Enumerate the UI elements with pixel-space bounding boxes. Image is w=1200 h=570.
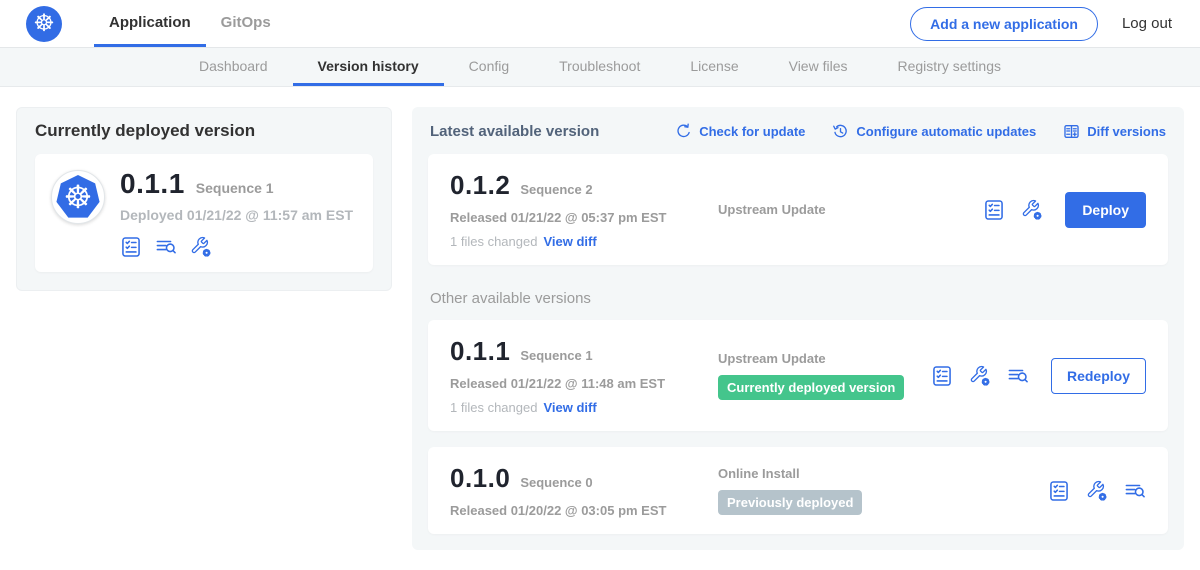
diff-versions-icon (1063, 123, 1080, 140)
view-diff-link[interactable]: View diff (543, 234, 596, 249)
other-versions-title: Other available versions (430, 290, 1166, 307)
logout-button[interactable]: Log out (1122, 15, 1172, 32)
configure-updates-label: Configure automatic updates (856, 124, 1036, 139)
files-changed-line: 1 files changed View diff (450, 234, 698, 249)
main-content: Currently deployed version ☸ 0.1.1 Seque… (0, 87, 1200, 570)
subnav-tab-version-history[interactable]: Version history (293, 48, 444, 86)
top-nav-spacer (286, 0, 910, 47)
sequence-label: Sequence 0 (520, 475, 592, 490)
released-timestamp: Released 01/21/22 @ 05:37 pm EST (450, 210, 698, 225)
version-number: 0.1.1 (450, 336, 510, 367)
files-changed-label: 1 files changed (450, 400, 537, 415)
top-navbar: ☸ Application GitOps Add a new applicati… (0, 0, 1200, 47)
deployed-version-number: 0.1.1 (120, 168, 185, 200)
panel-header: Latest available version Check for updat… (430, 123, 1166, 140)
release-notes-icon[interactable] (1048, 480, 1070, 502)
currently-deployed-card: Currently deployed version ☸ 0.1.1 Seque… (16, 107, 392, 291)
config-wrench-icon[interactable] (190, 236, 212, 258)
version-actions-column: Deploy (983, 192, 1146, 228)
files-changed-line: 1 files changed View diff (450, 400, 698, 415)
app-icon-ring: ☸ (51, 170, 105, 224)
configure-updates-link[interactable]: Configure automatic updates (832, 123, 1036, 140)
config-wrench-icon[interactable] (1086, 480, 1108, 502)
released-timestamp: Released 01/20/22 @ 03:05 pm EST (450, 503, 698, 518)
top-tabs: Application GitOps (94, 0, 286, 47)
deploy-button[interactable]: Deploy (1065, 192, 1146, 228)
version-row-0-1-0: 0.1.0 Sequence 0 Released 01/20/22 @ 03:… (428, 447, 1168, 534)
subnav-tab-dashboard[interactable]: Dashboard (174, 48, 293, 86)
app-subnav: Dashboard Version history Config Trouble… (0, 47, 1200, 87)
version-number: 0.1.2 (450, 170, 510, 201)
deployed-card-title: Currently deployed version (35, 121, 373, 141)
previously-deployed-badge: Previously deployed (718, 490, 862, 515)
release-notes-icon[interactable] (931, 365, 953, 387)
panel-actions: Check for update Configure automatic upd… (675, 123, 1166, 140)
version-source-label: Upstream Update (718, 351, 931, 366)
version-actions-column: Redeploy (931, 358, 1146, 394)
version-actions-column (1048, 480, 1146, 502)
subnav-tab-license[interactable]: License (665, 48, 763, 86)
deployed-sequence-label: Sequence 1 (196, 180, 274, 196)
latest-version-title: Latest available version (430, 123, 675, 140)
add-application-button[interactable]: Add a new application (910, 7, 1098, 41)
deployed-version-card: ☸ 0.1.1 Sequence 1 Deployed 01/21/22 @ 1… (35, 154, 373, 272)
tab-gitops[interactable]: GitOps (206, 0, 286, 47)
subnav-tab-troubleshoot[interactable]: Troubleshoot (534, 48, 665, 86)
refresh-icon (675, 123, 692, 140)
config-wrench-icon[interactable] (1021, 199, 1043, 221)
version-info-column: 0.1.0 Sequence 0 Released 01/20/22 @ 03:… (450, 463, 698, 518)
view-diff-log-icon[interactable] (155, 236, 177, 258)
redeploy-button[interactable]: Redeploy (1051, 358, 1146, 394)
check-for-update-link[interactable]: Check for update (675, 123, 805, 140)
version-row-0-1-2: 0.1.2 Sequence 2 Released 01/21/22 @ 05:… (428, 154, 1168, 265)
version-source-label: Upstream Update (718, 202, 983, 217)
check-for-update-label: Check for update (699, 124, 805, 139)
row-spacer (428, 431, 1168, 447)
version-number: 0.1.0 (450, 463, 510, 494)
version-info-column: 0.1.2 Sequence 2 Released 01/21/22 @ 05:… (450, 170, 698, 249)
released-timestamp: Released 01/21/22 @ 11:48 am EST (450, 376, 698, 391)
sequence-label: Sequence 2 (520, 182, 592, 197)
subnav-tab-registry-settings[interactable]: Registry settings (873, 48, 1026, 86)
deployed-version-info: 0.1.1 Sequence 1 Deployed 01/21/22 @ 11:… (120, 168, 353, 258)
version-source-label: Online Install (718, 466, 1048, 481)
diff-versions-label: Diff versions (1087, 124, 1166, 139)
tab-application[interactable]: Application (94, 0, 206, 47)
version-source-column: Online Install Previously deployed (698, 466, 1048, 515)
sequence-label: Sequence 1 (520, 348, 592, 363)
release-notes-icon[interactable] (983, 199, 1005, 221)
kubernetes-logo-icon: ☸ (26, 6, 62, 42)
files-changed-label: 1 files changed (450, 234, 537, 249)
version-info-column: 0.1.1 Sequence 1 Released 01/21/22 @ 11:… (450, 336, 698, 415)
currently-deployed-badge: Currently deployed version (718, 375, 904, 400)
deployed-timestamp: Deployed 01/21/22 @ 11:57 am EST (120, 207, 353, 223)
view-diff-link[interactable]: View diff (543, 400, 596, 415)
subnav-tab-config[interactable]: Config (444, 48, 534, 86)
auto-update-icon (832, 123, 849, 140)
versions-panel: Latest available version Check for updat… (412, 107, 1184, 550)
view-diff-log-icon[interactable] (1124, 480, 1146, 502)
version-row-0-1-1: 0.1.1 Sequence 1 Released 01/21/22 @ 11:… (428, 320, 1168, 431)
kubernetes-app-icon: ☸ (56, 175, 100, 219)
subnav-tab-view-files[interactable]: View files (764, 48, 873, 86)
version-source-column: Upstream Update Currently deployed versi… (698, 351, 931, 400)
view-diff-log-icon[interactable] (1007, 365, 1029, 387)
release-notes-icon[interactable] (120, 236, 142, 258)
diff-versions-link[interactable]: Diff versions (1063, 123, 1166, 140)
config-wrench-icon[interactable] (969, 365, 991, 387)
version-source-column: Upstream Update (698, 202, 983, 217)
